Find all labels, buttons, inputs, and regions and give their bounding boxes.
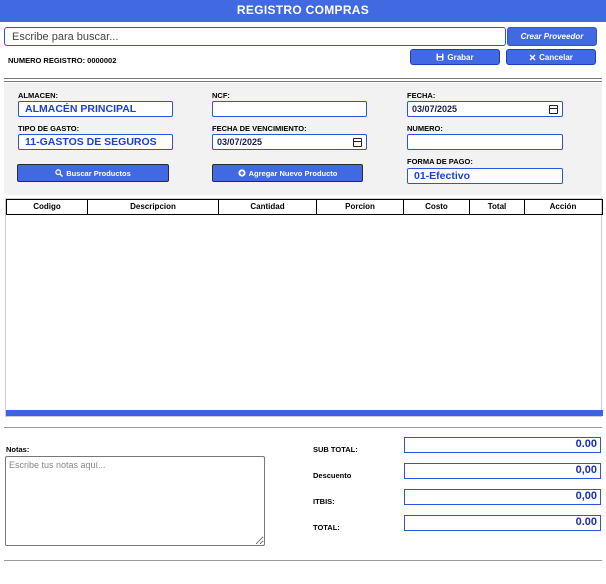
ncf-label: NCF: — [212, 91, 230, 100]
table-scroll-bar[interactable] — [6, 410, 603, 416]
column-header: Porcion — [317, 200, 404, 214]
descuento-label: Descuento — [313, 471, 352, 480]
search-icon — [55, 169, 64, 177]
cancelar-button[interactable]: Cancelar — [506, 49, 596, 65]
ncf-input[interactable] — [212, 101, 367, 117]
subtotal-label: SUB TOTAL: — [313, 445, 358, 454]
divider — [4, 81, 602, 82]
grabar-label: Grabar — [447, 52, 474, 62]
buscar-productos-label: Buscar Productos — [66, 168, 131, 178]
subtotal-field: 0.00 — [404, 437, 601, 453]
almacen-select[interactable]: ALMACÉN PRINCIPAL — [18, 101, 173, 117]
total-field: 0.00 — [404, 515, 601, 531]
column-header: Codigo — [7, 200, 88, 214]
column-header: Costo — [404, 200, 470, 214]
fecha-vencimiento-input[interactable]: 03/07/2025 — [212, 134, 367, 150]
agregar-producto-button[interactable]: Agregar Nuevo Producto — [212, 164, 363, 182]
calendar-icon[interactable] — [549, 104, 558, 114]
descuento-field[interactable]: 0,00 — [404, 463, 601, 479]
forma-pago-label: FORMA DE PAGO: — [407, 157, 473, 166]
fecha-value: 03/07/2025 — [412, 104, 458, 114]
buscar-productos-button[interactable]: Buscar Productos — [17, 164, 169, 182]
almacen-label: ALMACEN: — [18, 91, 58, 100]
column-header: Total — [470, 200, 525, 214]
agregar-producto-label: Agregar Nuevo Producto — [248, 168, 338, 178]
tipo-gasto-select[interactable]: 11-GASTOS DE SEGUROS — [18, 134, 173, 150]
column-header: Acción — [549, 202, 577, 211]
numero-input[interactable] — [407, 134, 563, 150]
notas-label: Notas: — [6, 445, 30, 454]
tipo-gasto-value: 11-GASTOS DE SEGUROS — [25, 136, 157, 148]
forma-pago-select[interactable]: 01-Efectivo — [407, 168, 563, 184]
notas-textarea[interactable] — [5, 456, 265, 546]
cancelar-label: Cancelar — [539, 52, 573, 62]
column-header: Descripcion — [88, 200, 219, 214]
divider — [4, 560, 602, 561]
numero-label: NUMERO: — [407, 124, 443, 133]
itbis-label: ITBIS: — [313, 497, 335, 506]
numero-registro: NUMERO REGISTRO: 0000002 — [8, 56, 117, 65]
divider — [4, 427, 602, 428]
page-title: REGISTRO COMPRAS — [0, 0, 606, 22]
search-row: Crear Proveedor — [4, 27, 597, 46]
almacen-value: ALMACÉN PRINCIPAL — [25, 103, 137, 115]
forma-pago-value: 01-Efectivo — [414, 170, 471, 182]
column-header: Cantidad — [219, 200, 317, 214]
fecha-vencimiento-value: 03/07/2025 — [217, 137, 263, 147]
plus-circle-icon — [238, 169, 246, 177]
table-header: Codigo Descripcion Cantidad Porcion Cost… — [6, 199, 603, 215]
fecha-label: FECHA: — [407, 91, 436, 100]
search-input[interactable] — [4, 27, 506, 46]
divider — [4, 78, 602, 79]
form-panel: ALMACEN: ALMACÉN PRINCIPAL TIPO DE GASTO… — [4, 83, 602, 195]
grabar-button[interactable]: Grabar — [410, 49, 500, 65]
products-table: Codigo Descripcion Cantidad Porcion Cost… — [5, 198, 603, 417]
floppy-disk-icon — [436, 53, 444, 61]
crear-proveedor-button[interactable]: Crear Proveedor — [507, 27, 597, 46]
itbis-field: 0,00 — [404, 489, 601, 505]
fecha-vencimiento-label: FECHA DE VENCIMIENTO: — [212, 124, 307, 133]
fecha-input[interactable]: 03/07/2025 — [407, 101, 563, 117]
total-label: TOTAL: — [313, 523, 340, 532]
calendar-icon[interactable] — [353, 137, 362, 147]
tipo-gasto-label: TIPO DE GASTO: — [18, 124, 80, 133]
close-icon — [529, 54, 536, 60]
